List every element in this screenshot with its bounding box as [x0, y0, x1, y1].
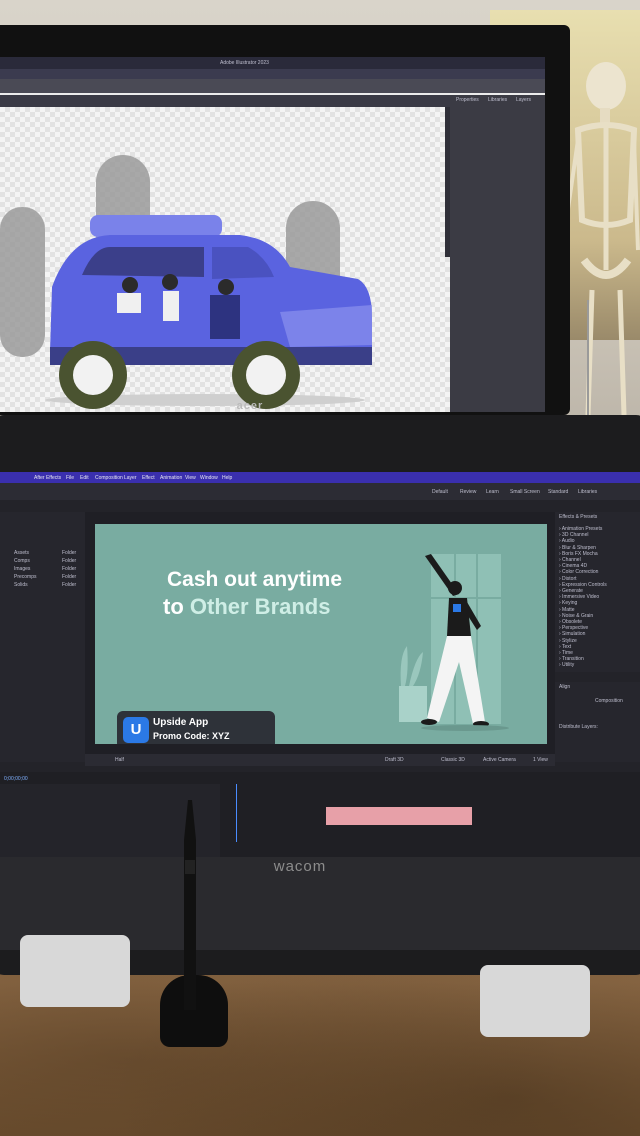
playhead[interactable]: [236, 784, 237, 842]
workspace-default[interactable]: Default: [432, 489, 448, 495]
project-item-solids[interactable]: Solids: [14, 582, 28, 588]
effects-category[interactable]: › Color Correction: [559, 569, 598, 575]
ae-menubar[interactable]: After Effects File Edit Composition Laye…: [0, 472, 640, 483]
camera-select[interactable]: Active Camera: [483, 757, 516, 763]
distribute-label: Distribute Layers:: [559, 724, 598, 730]
effects-category[interactable]: › Noise & Grain: [559, 613, 593, 619]
effects-category[interactable]: › Stylize: [559, 638, 577, 644]
project-type-label: Folder: [62, 574, 77, 580]
project-item-images[interactable]: Images: [14, 566, 30, 572]
car-illustration: [0, 155, 372, 409]
workspace-review[interactable]: Review: [460, 489, 476, 495]
menu-edit[interactable]: Edit: [80, 475, 89, 481]
effects-category[interactable]: › Keying: [559, 600, 577, 606]
after-effects-window: After Effects File Edit Composition Laye…: [0, 472, 640, 857]
menu-help[interactable]: Help: [222, 475, 232, 481]
effects-category[interactable]: › Distort: [559, 576, 577, 582]
menu-view[interactable]: View: [185, 475, 196, 481]
promo-title: Upside App: [153, 717, 209, 728]
illustrator-document-tabs[interactable]: [0, 95, 450, 107]
effects-category[interactable]: › Text: [559, 644, 571, 650]
zoom-select[interactable]: Half: [115, 757, 124, 763]
illustrator-titlebar: Adobe Illustrator 2023: [0, 57, 545, 69]
project-item-comps[interactable]: Comps: [14, 558, 30, 564]
tablet-stand-right: [480, 965, 590, 1037]
effects-category[interactable]: › Obsolete: [559, 619, 582, 625]
views-select[interactable]: 1 View: [533, 757, 548, 763]
illustrator-window: Adobe Illustrator 2023 Properties Librar…: [0, 57, 545, 412]
panel-tab-properties[interactable]: Properties: [456, 97, 479, 103]
workspace-small-screen[interactable]: Small Screen: [510, 489, 540, 495]
effects-category[interactable]: › Expression Controls: [559, 582, 607, 588]
project-type-label: Folder: [62, 558, 77, 564]
illustrator-properties-panel[interactable]: Properties Libraries Layers: [450, 95, 545, 412]
effects-category[interactable]: › Transition: [559, 656, 584, 662]
ae-viewer-controls[interactable]: Half Draft 3D Classic 3D Active Camera 1…: [85, 754, 555, 766]
ae-effects-presets-panel[interactable]: Effects & Presets › Animation Presets › 3…: [555, 512, 640, 672]
panel-tab-layers[interactable]: Layers: [516, 97, 531, 103]
effects-category[interactable]: › Time: [559, 650, 573, 656]
project-item-assets[interactable]: Assets: [14, 550, 29, 556]
workspace-learn[interactable]: Learn: [486, 489, 499, 495]
renderer-select[interactable]: Classic 3D: [441, 757, 465, 763]
upside-logo-icon: U: [123, 717, 149, 743]
headline-prefix: to: [163, 594, 190, 619]
promo-code: Promo Code: XYZ: [153, 731, 230, 741]
effects-category[interactable]: › Boris FX Mocha: [559, 551, 598, 557]
align-to-select[interactable]: Composition: [595, 698, 623, 704]
composition-canvas: Cash out anytime to Other Brands U Upsid…: [95, 524, 547, 744]
effects-category[interactable]: › Channel: [559, 557, 581, 563]
workspace-standard[interactable]: Standard: [548, 489, 568, 495]
timeline-layer-bar[interactable]: [326, 807, 472, 825]
timeline-time[interactable]: 0;00;00;00: [4, 776, 28, 782]
effects-category[interactable]: › Audio: [559, 538, 575, 544]
panel-tab-libraries[interactable]: Libraries: [488, 97, 507, 103]
effects-category[interactable]: › Matte: [559, 607, 575, 613]
headline-accent: Other Brands: [189, 594, 331, 619]
project-type-label: Folder: [62, 550, 77, 556]
dancing-figure-illustration: [399, 554, 509, 731]
align-header: Align: [559, 684, 571, 690]
menu-layer[interactable]: Layer: [124, 475, 137, 481]
stylus-pen: [184, 800, 196, 1010]
ae-project-panel[interactable]: Assets Folder Comps Folder Images Folder…: [0, 512, 85, 762]
effects-category[interactable]: › Cinema 4D: [559, 563, 587, 569]
effects-category[interactable]: › Generate: [559, 588, 583, 594]
effects-category[interactable]: › Animation Presets: [559, 526, 602, 532]
effects-category[interactable]: › Utility: [559, 662, 574, 668]
headline-line1: Cash out anytime: [167, 568, 343, 591]
project-type-label: Folder: [62, 566, 77, 572]
effects-category[interactable]: › Perspective: [559, 625, 588, 631]
workspace-libraries[interactable]: Libraries: [578, 489, 597, 495]
menu-composition[interactable]: Composition: [95, 475, 123, 481]
illustrator-title: Adobe Illustrator 2023: [220, 60, 269, 66]
ae-toolbar[interactable]: Default Review Learn Small Screen Standa…: [0, 483, 640, 500]
effects-header: Effects & Presets: [559, 514, 598, 520]
menu-file[interactable]: File: [66, 475, 74, 481]
promo-badge: U Upside App Promo Code: XYZ: [117, 711, 275, 744]
project-type-label: Folder: [62, 582, 77, 588]
project-item-precomps[interactable]: Precomps: [14, 574, 37, 580]
headline-line2: to Other Brands: [163, 594, 330, 620]
illustrator-artboard[interactable]: [0, 107, 450, 412]
menu-after-effects[interactable]: After Effects: [34, 475, 61, 481]
menu-effect[interactable]: Effect: [142, 475, 155, 481]
illustrator-control-bar[interactable]: [0, 79, 545, 93]
tablet-stand-left: [20, 935, 130, 1007]
top-monitor: Adobe Illustrator 2023 Properties Librar…: [0, 25, 570, 415]
illustrator-menubar[interactable]: [0, 69, 545, 79]
quality-select[interactable]: Draft 3D: [385, 757, 404, 763]
acer-logo: acer: [236, 400, 264, 412]
menu-window[interactable]: Window: [200, 475, 218, 481]
effects-category[interactable]: › 3D Channel: [559, 532, 588, 538]
menu-animation[interactable]: Animation: [160, 475, 182, 481]
ae-align-panel[interactable]: Align Composition Distribute Layers:: [555, 682, 640, 762]
effects-category[interactable]: › Simulation: [559, 631, 585, 637]
effects-category[interactable]: › Immersive Video: [559, 594, 599, 600]
wacom-logo: wacom: [273, 858, 327, 875]
effects-category[interactable]: › Blur & Sharpen: [559, 545, 596, 551]
